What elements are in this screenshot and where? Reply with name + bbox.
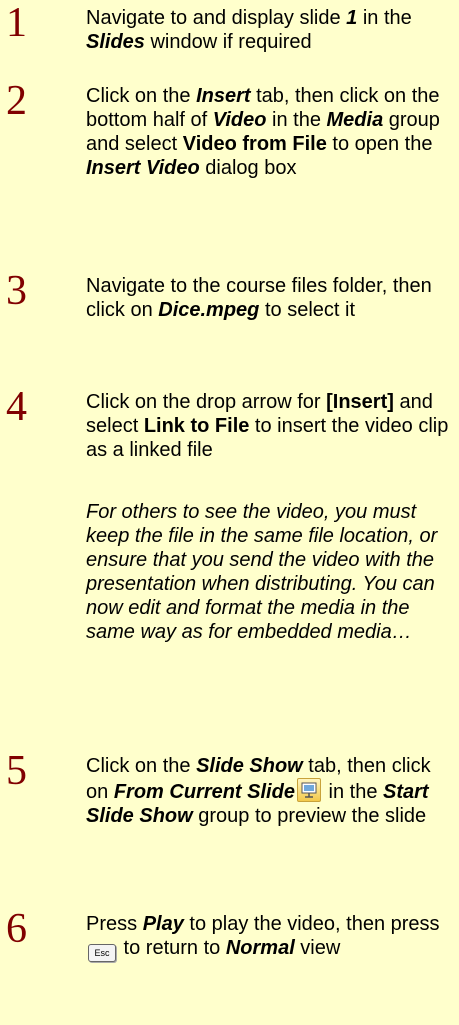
step-number: 4 xyxy=(6,384,27,430)
step-text: Navigate to the course files folder, the… xyxy=(86,275,432,321)
step-text: Click on the Slide Show tab, then click … xyxy=(86,755,431,827)
step-note: For others to see the video, you must ke… xyxy=(86,501,438,643)
step-text: Click on the Insert tab, then click on t… xyxy=(86,85,440,179)
instruction-steps: 1 Navigate to and display slide 1 in the… xyxy=(0,0,459,1025)
slide-show-from-current-icon xyxy=(296,778,321,802)
step-number: 5 xyxy=(6,748,27,794)
step-text: Navigate to and display slide 1 in the S… xyxy=(86,7,412,53)
step-text: Press Play to play the video, then press… xyxy=(86,912,456,962)
step-text: Click on the drop arrow for [Insert] and… xyxy=(86,391,449,461)
esc-key-icon: Esc xyxy=(88,944,116,962)
step-number: 3 xyxy=(6,268,27,314)
step-number: 1 xyxy=(6,0,27,46)
step-number: 6 xyxy=(6,906,27,952)
step-number: 2 xyxy=(6,78,27,124)
